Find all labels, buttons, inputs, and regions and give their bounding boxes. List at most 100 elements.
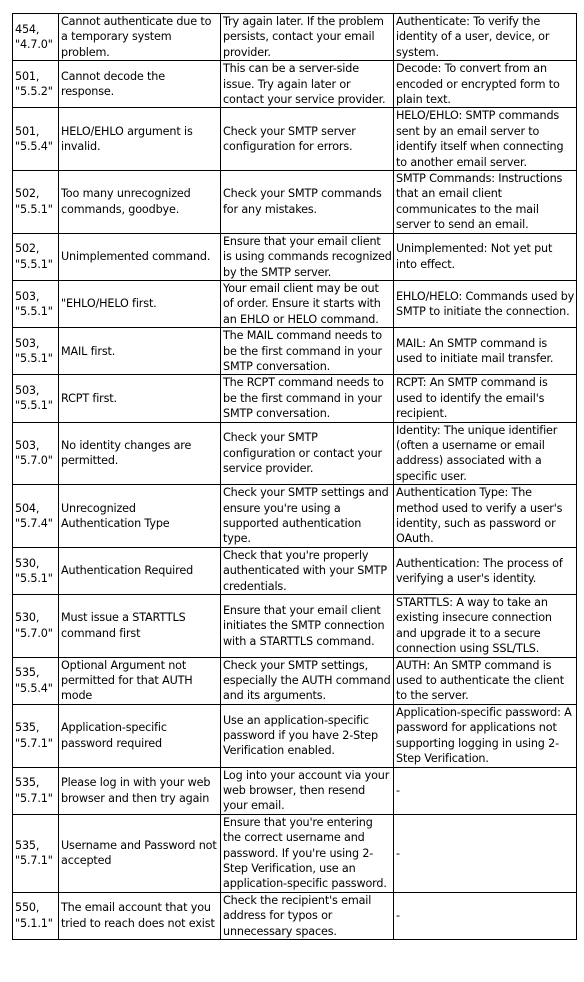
error-code-cell: 530, "5.5.1" [12, 546, 59, 596]
definition-cell: - [393, 813, 577, 893]
error-description-cell: Too many unrecognized commands, goodbye. [58, 170, 221, 234]
error-description-cell: MAIL first. [58, 327, 221, 376]
definition-cell: Authentication: The process of verifying… [393, 546, 577, 596]
definition-cell: MAIL: An SMTP command is used to initiat… [393, 327, 577, 376]
error-code-cell: 535, "5.7.1" [12, 766, 59, 815]
enhanced-status-code: "5.7.0" [15, 626, 53, 640]
table-row: 501, "5.5.4" HELO/EHLO argument is inval… [12, 107, 577, 172]
smtp-code: 503, [15, 336, 40, 350]
table-row: 503, "5.5.1" MAIL first. The MAIL comman… [12, 327, 577, 376]
smtp-code: 530, [15, 611, 40, 625]
error-code-cell: 535, "5.7.1" [12, 813, 59, 893]
definition-cell: Application-specific password: A passwor… [393, 703, 577, 768]
solution-cell: Check your SMTP settings, especially the… [220, 656, 394, 705]
error-description-cell: Please log in with your web browser and … [58, 766, 221, 815]
table-row: 503, "5.5.1" RCPT first. The RCPT comman… [12, 374, 577, 423]
solution-cell: Ensure that you're entering the correct … [220, 813, 394, 893]
solution-cell: Check your SMTP settings and ensure you'… [220, 484, 394, 548]
error-description-cell: The email account that you tried to reac… [58, 891, 221, 940]
solution-cell: Check that you're properly authenticated… [220, 546, 394, 596]
solution-cell: Your email client may be out of order. E… [220, 279, 394, 329]
smtp-code: 504, [15, 501, 40, 515]
smtp-code: 535, [15, 721, 40, 735]
smtp-code: 503, [15, 384, 40, 398]
table-row: 503, "5.5.1" "EHLO/HELO first. Your emai… [12, 279, 577, 329]
enhanced-status-code: "5.5.2" [15, 85, 53, 99]
table-row: 535, "5.5.4" Optional Argument not permi… [12, 656, 577, 705]
error-description-cell: "EHLO/HELO first. [58, 279, 221, 329]
enhanced-status-code: "5.5.1" [15, 202, 53, 216]
error-code-cell: 550, "5.1.1" [12, 891, 59, 940]
table-row: 530, "5.7.0" Must issue a STARTTLS comma… [12, 594, 577, 658]
error-description-cell: HELO/EHLO argument is invalid. [58, 107, 221, 172]
enhanced-status-code: "5.1.1" [15, 916, 53, 930]
error-code-cell: 503, "5.5.1" [12, 279, 59, 329]
solution-cell: Check your SMTP commands for any mistake… [220, 170, 394, 234]
error-code-cell: 502, "5.5.1" [12, 232, 59, 281]
error-description-cell: Cannot decode the response. [58, 60, 221, 109]
smtp-code: 503, [15, 438, 40, 452]
enhanced-status-code: "5.5.1" [15, 257, 53, 271]
error-code-cell: 535, "5.5.4" [12, 656, 59, 705]
table-row: 530, "5.5.1" Authentication Required Che… [12, 546, 577, 596]
error-code-cell: 530, "5.7.0" [12, 594, 59, 658]
table-row: 535, "5.7.1" Please log in with your web… [12, 766, 577, 815]
error-description-cell: No identity changes are permitted. [58, 421, 221, 486]
definition-cell: Decode: To convert from an encoded or en… [393, 60, 577, 109]
solution-cell: The RCPT command needs to be the first c… [220, 374, 394, 423]
definition-cell: AUTH: An SMTP command is used to authent… [393, 656, 577, 705]
smtp-code: 501, [15, 124, 40, 138]
definition-cell: - [393, 891, 577, 940]
table-row: 501, "5.5.2" Cannot decode the response.… [12, 60, 577, 109]
smtp-code: 503, [15, 289, 40, 303]
definition-cell: Authentication Type: The method used to … [393, 484, 577, 548]
smtp-error-codes-table: 454, "4.7.0" Cannot authenticate due to … [12, 12, 577, 940]
smtp-code: 501, [15, 69, 40, 83]
smtp-code: 550, [15, 901, 40, 915]
error-description-cell: Authentication Required [58, 546, 221, 596]
smtp-code: 530, [15, 556, 40, 570]
table-body: 454, "4.7.0" Cannot authenticate due to … [12, 12, 577, 940]
smtp-code: 502, [15, 187, 40, 201]
definition-cell: Identity: The unique identifier (often a… [393, 421, 577, 486]
error-description-cell: Cannot authenticate due to a temporary s… [58, 12, 221, 62]
error-code-cell: 503, "5.5.1" [12, 327, 59, 376]
error-description-cell: Must issue a STARTTLS command first [58, 594, 221, 658]
error-description-cell: Username and Password not accepted [58, 813, 221, 893]
definition-cell: Authenticate: To verify the identity of … [393, 12, 577, 62]
enhanced-status-code: "5.5.1" [15, 352, 53, 366]
table-row: 535, "5.7.1" Application-specific passwo… [12, 703, 577, 768]
definition-cell: HELO/EHLO: SMTP commands sent by an emai… [393, 107, 577, 172]
error-code-cell: 503, "5.7.0" [12, 421, 59, 486]
table-row: 502, "5.5.1" Too many unrecognized comma… [12, 170, 577, 234]
smtp-code: 535, [15, 666, 40, 680]
definition-cell: EHLO/HELO: Commands used by SMTP to init… [393, 279, 577, 329]
error-code-cell: 502, "5.5.1" [12, 170, 59, 234]
solution-cell: Try again later. If the problem persists… [220, 12, 394, 62]
error-description-cell: Application-specific password required [58, 703, 221, 768]
solution-cell: Ensure that your email client is using c… [220, 232, 394, 281]
solution-cell: This can be a server-side issue. Try aga… [220, 60, 394, 109]
enhanced-status-code: "5.7.1" [15, 854, 53, 868]
table-row: 454, "4.7.0" Cannot authenticate due to … [12, 12, 577, 62]
table-row: 503, "5.7.0" No identity changes are per… [12, 421, 577, 486]
solution-cell: Check your SMTP configuration or contact… [220, 421, 394, 486]
solution-cell: The MAIL command needs to be the first c… [220, 327, 394, 376]
table-row: 502, "5.5.1" Unimplemented command. Ensu… [12, 232, 577, 281]
error-code-cell: 503, "5.5.1" [12, 374, 59, 423]
solution-cell: Use an application-specific password if … [220, 703, 394, 768]
table-row: 550, "5.1.1" The email account that you … [12, 891, 577, 940]
enhanced-status-code: "5.7.4" [15, 517, 53, 530]
table-row: 535, "5.7.1" Username and Password not a… [12, 813, 577, 893]
enhanced-status-code: "5.5.1" [15, 305, 53, 319]
solution-cell: Check the recipient's email address for … [220, 891, 394, 940]
enhanced-status-code: "5.7.0" [15, 454, 53, 468]
solution-cell: Check your SMTP server configuration for… [220, 107, 394, 172]
definition-cell: STARTTLS: A way to take an existing inse… [393, 594, 577, 658]
error-description-cell: RCPT first. [58, 374, 221, 423]
error-code-cell: 501, "5.5.2" [12, 60, 59, 109]
error-code-cell: 535, "5.7.1" [12, 703, 59, 768]
error-description-cell: Unrecognized Authentication Type [58, 484, 221, 548]
error-description-cell: Unimplemented command. [58, 232, 221, 281]
definition-cell: - [393, 766, 577, 815]
